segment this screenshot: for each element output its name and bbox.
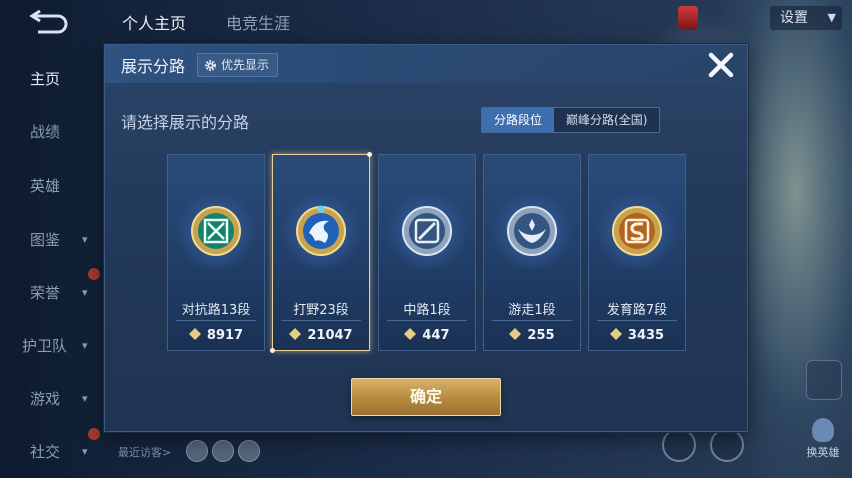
lane-card[interactable]: 中路1段 447 <box>378 154 476 351</box>
clash-lane-emblem-icon <box>191 206 241 256</box>
selection-corner-dot <box>270 348 275 353</box>
rank-text <box>702 6 758 28</box>
sidebar-item-records[interactable]: 战绩 <box>0 117 100 147</box>
chevron-down-icon: ▾ <box>82 233 88 246</box>
lane-score: 8917 <box>168 328 264 343</box>
switch-hero-label: 换英雄 <box>806 446 840 459</box>
power-gem-icon <box>188 328 201 340</box>
priority-display-label: 优先显示 <box>221 58 270 72</box>
mid-lane-emblem-icon <box>402 206 452 256</box>
lane-card[interactable]: 游走1段 255 <box>483 154 581 351</box>
divider <box>492 320 572 321</box>
sidebar-item-heroes[interactable]: 英雄 <box>0 171 100 201</box>
segment-lane-rank[interactable]: 分路段位 <box>482 108 555 132</box>
lane-score: 447 <box>379 328 475 343</box>
lane-mode-segmented-control: 分路段位 巅峰分路(全国) <box>481 107 661 133</box>
chevron-down-icon: ▾ <box>82 445 88 458</box>
visitor-avatar[interactable] <box>238 440 260 462</box>
priority-display-button[interactable]: 优先显示 <box>197 53 279 77</box>
tab-esports-career[interactable]: 电竞生涯 <box>226 10 290 34</box>
lane-score-value: 255 <box>527 328 555 343</box>
lane-name: 打野23段 <box>293 303 349 318</box>
lane-score: 21047 <box>273 328 369 343</box>
lane-score: 3435 <box>589 328 685 343</box>
power-gem-icon <box>509 328 522 340</box>
segment-peak-lane[interactable]: 巅峰分路(全国) <box>554 108 660 132</box>
lane-name: 游走1段 <box>508 303 556 318</box>
lane-score-value: 3435 <box>627 328 665 343</box>
dialog-title: 展示分路 <box>121 57 186 76</box>
visitor-avatar[interactable] <box>212 440 234 462</box>
new-badge-icon <box>88 268 100 280</box>
selection-corner-dot <box>367 152 372 157</box>
back-arrow-icon[interactable] <box>24 10 70 34</box>
lane-display-dialog: 展示分路 优先显示 请选择展示的分路 分路段位 巅峰分路(全国) 对抗路13段 <box>104 44 748 432</box>
hero-icon <box>812 418 834 442</box>
settings-label: 设置 <box>780 10 808 26</box>
close-icon[interactable] <box>703 47 739 83</box>
lane-name: 对抗路13段 <box>181 303 251 318</box>
ladder-icon[interactable] <box>806 360 842 400</box>
visitor-avatar[interactable] <box>186 440 208 462</box>
recent-visitors-link[interactable]: 最近访客> <box>118 444 171 460</box>
rank-badge-icon[interactable] <box>678 6 698 30</box>
chevron-down-icon: ▾ <box>82 392 88 405</box>
play-icon[interactable] <box>710 428 744 462</box>
power-gem-icon <box>404 328 417 340</box>
dialog-subtitle: 请选择展示的分路 <box>121 113 250 132</box>
lane-score: 255 <box>484 328 580 343</box>
lane-name: 发育路7段 <box>606 303 668 318</box>
hero-action-icon[interactable] <box>662 428 696 462</box>
farm-lane-emblem-icon <box>612 206 662 256</box>
tab-profile[interactable]: 个人主页 <box>122 10 186 34</box>
power-gem-icon <box>289 328 302 340</box>
lane-card[interactable]: 对抗路13段 8917 <box>167 154 265 351</box>
chevron-down-icon: ▾ <box>82 339 88 352</box>
new-badge-icon <box>88 428 100 440</box>
divider <box>387 320 467 321</box>
sidebar-item-home[interactable]: 主页 <box>0 64 100 94</box>
roam-emblem-icon <box>507 206 557 256</box>
divider <box>597 320 677 321</box>
divider <box>281 320 361 321</box>
lane-card[interactable]: 发育路7段 3435 <box>588 154 686 351</box>
lane-score-value: 447 <box>422 328 450 343</box>
settings-dropdown[interactable]: 设置 ▼ <box>770 6 842 30</box>
divider <box>176 320 256 321</box>
chevron-down-icon: ▾ <box>82 286 88 299</box>
lane-score-value: 8917 <box>206 328 244 343</box>
lane-score-value: 21047 <box>307 328 353 343</box>
switch-hero-button[interactable]: 换英雄 <box>798 418 848 462</box>
gear-icon <box>205 59 216 71</box>
chevron-down-icon: ▼ <box>827 11 836 24</box>
confirm-button[interactable]: 确定 <box>351 378 501 416</box>
lane-card-selected[interactable]: 打野23段 21047 <box>270 152 372 353</box>
jungle-emblem-icon <box>296 205 346 256</box>
lane-name: 中路1段 <box>403 303 451 318</box>
power-gem-icon <box>609 328 622 340</box>
